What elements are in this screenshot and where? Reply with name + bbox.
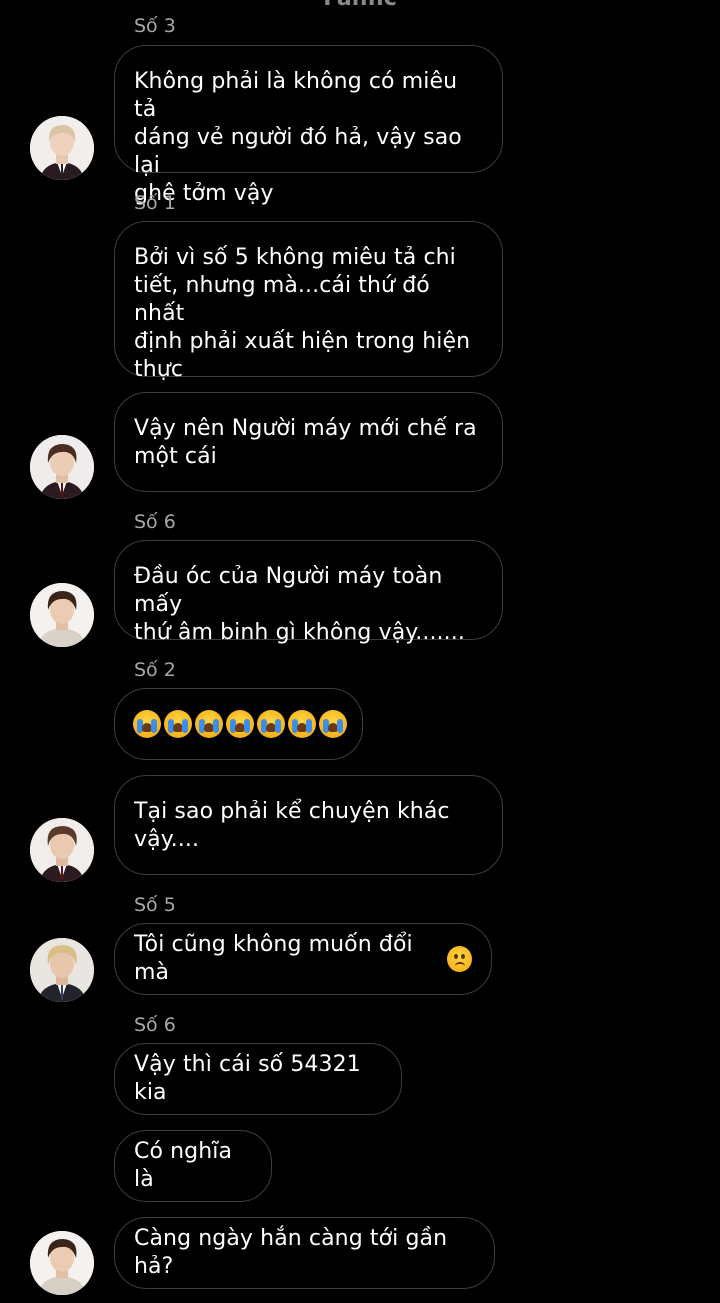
loudly-crying-face-icon — [226, 710, 254, 738]
chat-title: Fanfic — [0, 0, 720, 11]
message-bubble[interactable]: Đầu óc của Người máy toàn mấy thứ âm bin… — [114, 540, 503, 645]
sad-face-icon — [446, 946, 472, 972]
message-bubble[interactable] — [114, 688, 363, 760]
sender-name: Số 3 — [134, 15, 176, 37]
loudly-crying-face-icon — [319, 710, 347, 738]
boy-portrait-light-hair-icon — [30, 116, 94, 180]
sender-name: Số 1 — [134, 192, 176, 214]
boy-portrait-sweater-icon — [30, 1231, 94, 1295]
sender-name: Số 5 — [134, 894, 176, 916]
message-bubble[interactable]: Càng ngày hắn càng tới gần hả? — [114, 1217, 495, 1289]
avatar[interactable] — [30, 1231, 94, 1295]
message-bubble[interactable]: Có nghĩa là — [114, 1130, 272, 1202]
sender-name: Số 6 — [134, 1014, 176, 1036]
avatar[interactable] — [30, 435, 94, 499]
sender-name: Số 6 — [134, 511, 176, 533]
avatar[interactable] — [30, 818, 94, 882]
boy-portrait-brown-hair-icon — [30, 435, 94, 499]
loudly-crying-face-icon — [195, 710, 223, 738]
message-bubble[interactable]: Bởi vì số 5 không miêu tả chi tiết, nhưn… — [114, 221, 503, 382]
loudly-crying-face-icon — [133, 710, 161, 738]
message-bubble[interactable]: Tại sao phải kể chuyện khác vậy.... — [114, 775, 503, 875]
avatar[interactable] — [30, 116, 94, 180]
message-bubble[interactable]: Vậy nên Người máy mới chế ra một cái — [114, 392, 503, 492]
boy-portrait-sweater-icon — [30, 583, 94, 647]
boy-portrait-blonde-suit-icon — [30, 938, 94, 1002]
message-text: Tôi cũng không muốn đổi mà — [134, 932, 413, 985]
boy-portrait-dark-hair-icon — [30, 818, 94, 882]
message-bubble[interactable]: Vậy thì cái số 54321 kia — [114, 1043, 402, 1115]
emoji-row — [133, 710, 347, 738]
sender-name: Số 2 — [134, 659, 176, 681]
loudly-crying-face-icon — [164, 710, 192, 738]
loudly-crying-face-icon — [288, 710, 316, 738]
message-bubble[interactable]: Tôi cũng không muốn đổi mà — [114, 923, 492, 995]
avatar[interactable] — [30, 938, 94, 1002]
message-bubble[interactable]: Không phải là không có miêu tả dáng vẻ n… — [114, 45, 503, 206]
loudly-crying-face-icon — [257, 710, 285, 738]
avatar[interactable] — [30, 583, 94, 647]
